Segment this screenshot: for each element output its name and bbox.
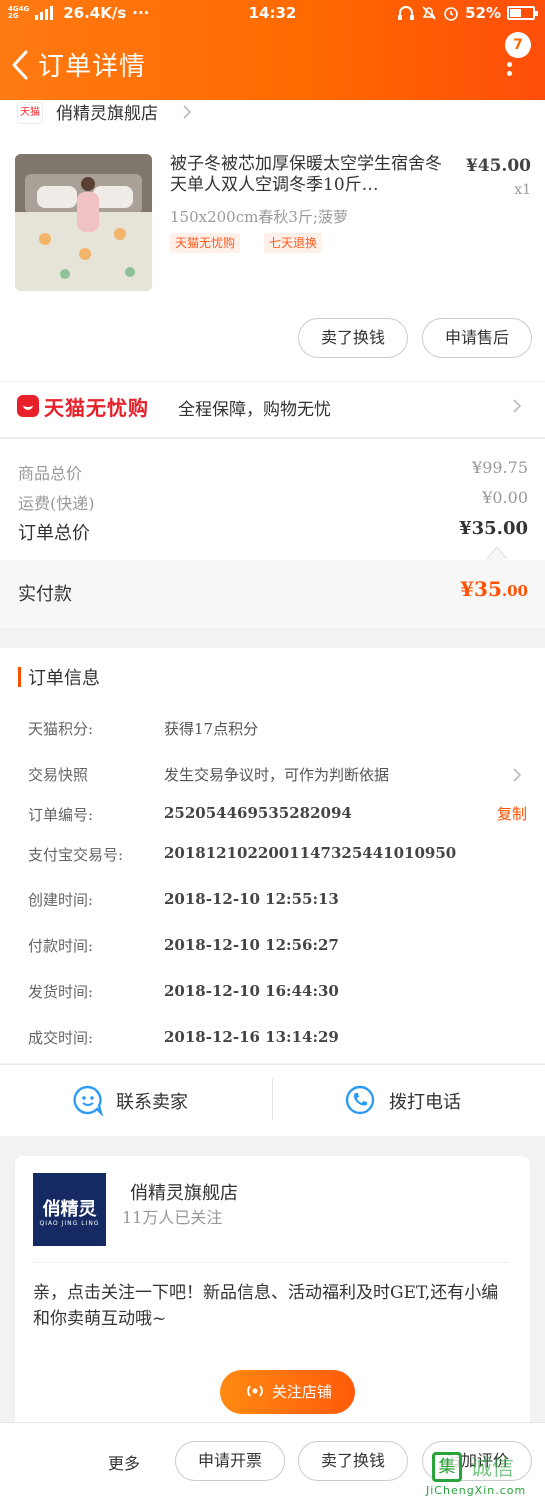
chevron-right-icon[interactable]	[512, 398, 522, 414]
invoice-button[interactable]: 申请开票	[175, 1441, 285, 1481]
page-title: 订单详情	[38, 52, 147, 82]
sell-swap-bottom-button[interactable]: 卖了换钱	[298, 1441, 408, 1481]
follow-shop-button[interactable]: 关注店铺	[220, 1370, 355, 1414]
copy-button[interactable]: 复制	[497, 803, 527, 824]
order-info-title: 订单信息	[28, 668, 100, 689]
paid-value-cents: .00	[501, 582, 528, 600]
follow-shop-name[interactable]: 俏精灵旗舰店	[130, 1179, 238, 1205]
created-time-value: 2018-12-10 12:55:13	[164, 890, 339, 908]
contact-seller-button[interactable]: 联系卖家	[116, 1088, 188, 1114]
shop-logo-cn: 俏精灵	[42, 1199, 97, 1220]
broadcast-icon	[247, 1385, 263, 1397]
tag-seven-day-return: 七天退换	[264, 233, 323, 253]
created-time-label: 创建时间:	[28, 891, 94, 909]
paid-pointer	[487, 548, 507, 560]
paid-value: ¥35.00	[460, 577, 528, 601]
shipped-time-label: 发货时间:	[28, 983, 94, 1001]
watermark-logo: 集	[432, 1452, 462, 1482]
guarantee-brand: 天猫无忧购	[44, 396, 149, 420]
paid-time-value: 2018-12-10 12:56:27	[164, 936, 339, 954]
completed-time-value: 2018-12-16 13:14:29	[164, 1028, 339, 1046]
tag-worry-free: 天猫无忧购	[170, 233, 241, 253]
after-sales-button[interactable]: 申请售后	[422, 318, 532, 358]
product-title[interactable]: 被子冬被芯加厚保暖太空学生宿舍冬天单人双人空调冬季10斤…	[170, 154, 450, 196]
order-total-value: ¥35.00	[459, 518, 528, 539]
shop-logo[interactable]: 俏精灵 QIAO JING LING	[33, 1173, 106, 1246]
follow-message: 亲，点击关注一下吧！新品信息、活动福利及时GET,还有小编和你卖萌互动哦~	[33, 1283, 499, 1329]
guarantee-text: 全程保障，购物无忧	[178, 400, 331, 420]
tmall-icon: 天猫	[17, 102, 43, 124]
tmall-worry-free-icon	[17, 395, 39, 417]
order-number-label: 订单编号:	[28, 806, 94, 824]
points-label: 天猫积分:	[28, 720, 94, 738]
alipay-trade-label: 支付宝交易号:	[28, 846, 124, 864]
paid-time-label: 付款时间:	[28, 937, 94, 955]
snapshot-value[interactable]: 发生交易争议时，可作为判断依据	[164, 764, 389, 785]
bedding-image	[15, 154, 152, 291]
shipped-time-value: 2018-12-10 16:44:30	[164, 982, 339, 1000]
more-dot-icon	[507, 62, 512, 67]
order-number-value: 252054469535282094	[164, 804, 352, 822]
divider	[33, 1262, 508, 1263]
alipay-trade-value: 2018121022001147325441010950	[164, 844, 457, 862]
more-button[interactable]: 更多	[108, 1450, 140, 1474]
back-arrow-icon[interactable]	[8, 48, 34, 82]
shop-name-link[interactable]: 俏精灵旗舰店	[56, 99, 158, 124]
product-sku: 150x200cm春秋3斤;菠萝	[170, 208, 348, 226]
battery-fill	[510, 9, 521, 17]
paid-value-main: ¥35	[460, 577, 502, 601]
product-price: ¥45.00	[465, 156, 531, 176]
watermark-url: JiChengXin.com	[426, 1484, 527, 1497]
chat-smile-icon[interactable]	[72, 1084, 104, 1116]
shipping-value: ¥0.00	[482, 488, 528, 507]
paid-label: 实付款	[18, 584, 72, 605]
message-badge[interactable]: 7	[505, 32, 531, 58]
points-value: 获得17点积分	[164, 720, 259, 738]
more-dot-icon	[507, 71, 512, 76]
sell-swap-button[interactable]: 卖了换钱	[298, 318, 408, 358]
product-image[interactable]	[15, 154, 152, 291]
order-total-label: 订单总价	[18, 523, 90, 544]
follower-count: 11万人已关注	[122, 1208, 223, 1227]
snapshot-label[interactable]: 交易快照	[28, 764, 88, 785]
battery-percent: 52%	[465, 4, 501, 22]
call-button[interactable]: 拨打电话	[389, 1088, 461, 1114]
mute-bell-icon	[422, 6, 436, 20]
shipping-label: 运费(快递)	[18, 494, 95, 513]
divider	[272, 1078, 273, 1120]
phone-icon[interactable]	[344, 1084, 376, 1116]
follow-button-label: 关注店铺	[271, 1383, 332, 1401]
shop-logo-en: QIAO JING LING	[39, 1220, 100, 1227]
section-accent	[18, 667, 21, 687]
battery-icon	[507, 6, 538, 20]
goods-total-label: 商品总价	[18, 464, 83, 483]
chevron-right-icon[interactable]	[512, 767, 522, 783]
chevron-right-icon[interactable]	[182, 104, 192, 120]
completed-time-label: 成交时间:	[28, 1029, 94, 1047]
headphones-icon	[398, 6, 415, 20]
product-quantity: x1	[514, 182, 531, 198]
status-bar: 4G4G 2G 26.4K/s ··· 14:32 52%	[0, 0, 545, 28]
goods-total-value: ¥99.75	[472, 458, 528, 477]
alarm-icon	[444, 7, 458, 21]
watermark-text: 诚信	[470, 1456, 515, 1481]
